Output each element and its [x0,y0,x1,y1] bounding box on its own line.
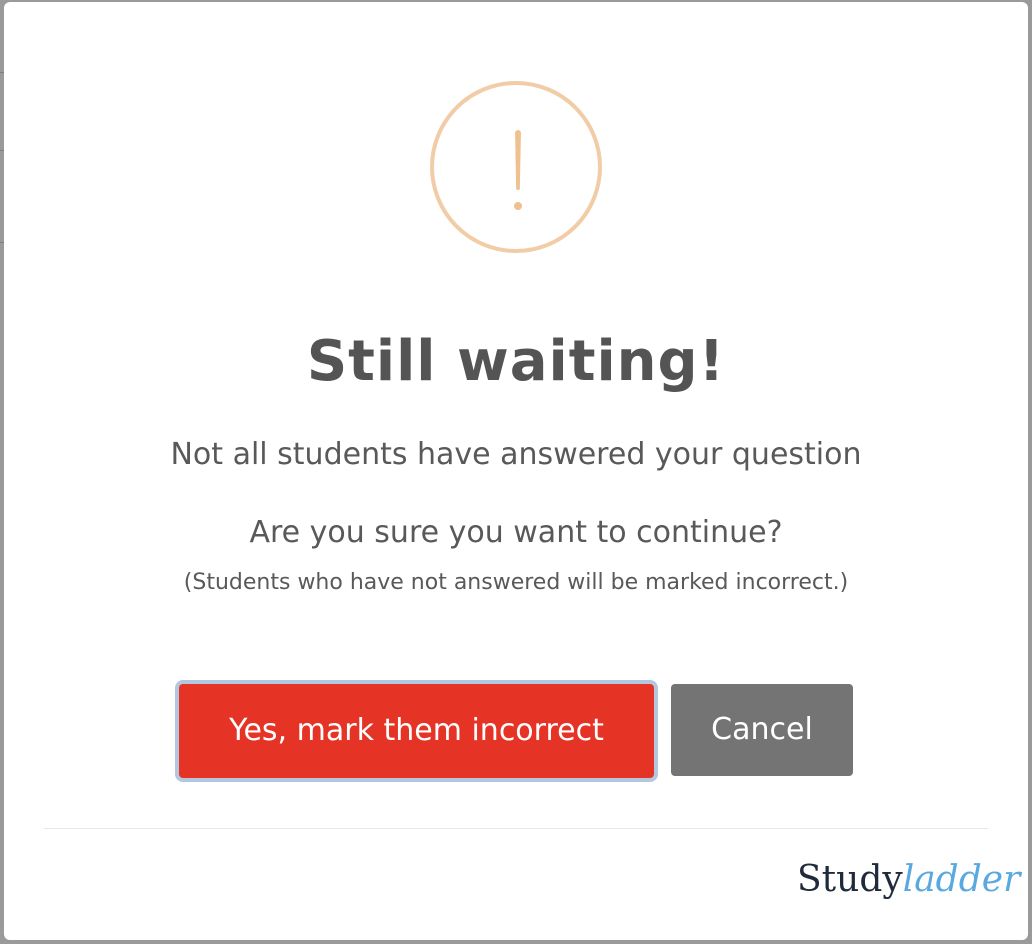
dialog-question: Are you sure you want to continue? [249,515,783,550]
confirm-dialog: Still waiting! Not all students have ans… [4,2,1028,940]
confirm-button[interactable]: Yes, mark them incorrect [179,684,654,778]
dialog-note: (Students who have not answered will be … [183,570,849,595]
dialog-message: Not all students have answered your ques… [170,437,862,472]
footer-divider [44,828,988,829]
logo-study-text: Study [797,859,903,900]
cancel-button[interactable]: Cancel [671,684,853,776]
logo-ladder-text: ladder [902,859,1021,900]
exclamation-icon [430,81,602,253]
exclamation-bar [515,130,521,190]
dialog-title: Still waiting! [306,329,726,394]
studyladder-logo: Studyladder [797,856,1020,904]
exclamation-dot [514,202,522,210]
